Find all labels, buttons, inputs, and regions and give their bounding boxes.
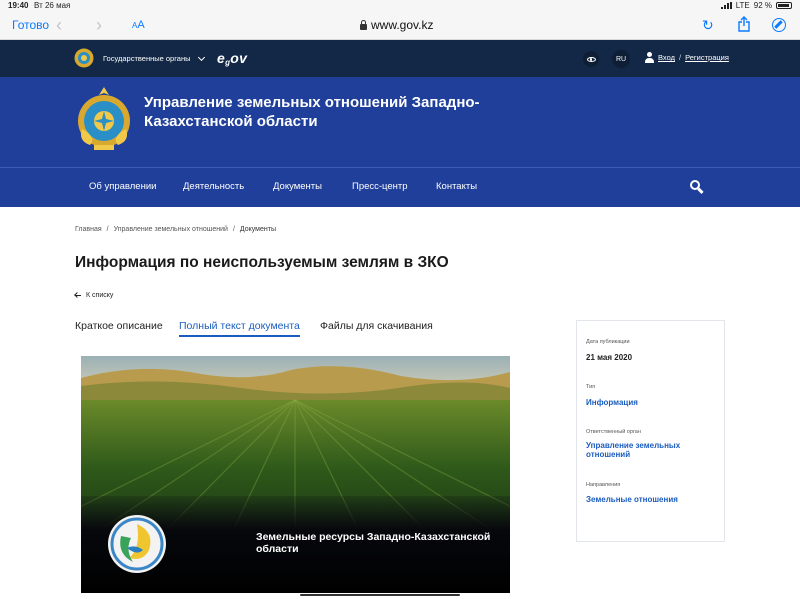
responsible-value-link[interactable]: Управление земельных отношений (586, 441, 706, 459)
nav-item-activity[interactable]: Деятельность (183, 181, 244, 192)
nav-item-contacts[interactable]: Контакты (436, 181, 477, 192)
nav-item-documents[interactable]: Документы (273, 181, 322, 192)
tab-full-text[interactable]: Полный текст документа (179, 320, 300, 337)
breadcrumb-organization[interactable]: Управление земельных отношений (114, 226, 228, 233)
text-size-button[interactable]: AA (132, 19, 145, 31)
breadcrumb: Главная / Управление земельных отношений… (75, 226, 276, 233)
publication-date-value: 21 мая 2020 (586, 353, 633, 362)
back-icon[interactable]: ‹ (56, 15, 62, 36)
type-value-link[interactable]: Информация (586, 398, 706, 407)
network-label: LTE (735, 1, 750, 10)
breadcrumb-separator: / (106, 226, 109, 233)
breadcrumb-separator: / (232, 226, 235, 233)
back-to-list-label: К списку (86, 292, 114, 299)
address-bar[interactable]: www.gov.kz (360, 18, 433, 32)
kz-emblem-icon[interactable] (76, 85, 132, 153)
type-label: Тип (586, 384, 596, 390)
status-time: 19:40 (8, 1, 29, 10)
chevron-down-icon (197, 53, 205, 61)
reload-icon[interactable]: ↻ (702, 17, 714, 34)
login-area: Вход / Регистрация (645, 52, 729, 63)
search-icon[interactable] (690, 180, 704, 195)
eye-icon (586, 56, 596, 62)
battery-label: 92 % (753, 1, 772, 10)
kz-emblem-small-icon (74, 48, 94, 68)
responsible-label: Ответственный орган (586, 429, 641, 435)
breadcrumb-current[interactable]: Документы (240, 226, 276, 233)
arrow-left-icon (75, 294, 81, 297)
gov-topbar: Государственные органы egov RU Вход / Ре… (0, 40, 800, 77)
land-resources-logo (108, 515, 166, 573)
tab-summary[interactable]: Краткое описание (75, 320, 163, 332)
done-button[interactable]: Готово (12, 18, 49, 32)
language-button[interactable]: RU (612, 50, 630, 68)
accessibility-button[interactable] (583, 51, 599, 67)
document-caption: Земельные ресурсы Западно-Казахстанской … (256, 531, 491, 555)
browser-toolbar: Готово ‹ › AA www.gov.kz ↻ (0, 12, 800, 40)
directions-label: Направления (586, 482, 621, 488)
lock-icon (360, 19, 367, 30)
gov-organs-dropdown[interactable]: Государственные органы (103, 53, 205, 63)
forward-icon[interactable]: › (96, 15, 102, 36)
compass-icon[interactable] (772, 18, 786, 32)
share-icon[interactable] (738, 16, 750, 32)
nav-item-press-center[interactable]: Пресс-центр (352, 181, 408, 192)
directions-value-link[interactable]: Земельные отношения (586, 495, 706, 504)
site-header: Управление земельных отношений Западно-К… (0, 77, 800, 167)
publication-date-label: Дата публикации (586, 339, 630, 345)
page-title: Информация по неиспользуемым землям в ЗК… (75, 254, 449, 271)
breadcrumb-home[interactable]: Главная (75, 226, 102, 233)
egov-logo[interactable]: egov (217, 50, 247, 67)
tab-downloads[interactable]: Файлы для скачивания (320, 320, 433, 332)
ios-status-bar: 19:40 Вт 26 мая LTE 92 % (0, 0, 800, 12)
register-link[interactable]: Регистрация (685, 53, 729, 62)
signal-icon (720, 2, 732, 9)
battery-icon (776, 2, 792, 9)
user-icon (645, 52, 654, 63)
status-right: LTE 92 % (720, 1, 792, 10)
back-to-list-link[interactable]: К списку (75, 292, 113, 299)
main-nav: Об управлении Деятельность Документы Пре… (0, 167, 800, 207)
url-text: www.gov.kz (371, 18, 434, 32)
status-date: Вт 26 мая (34, 1, 71, 10)
nav-item-about[interactable]: Об управлении (89, 181, 156, 192)
document-image: Земельные ресурсы Западно-Казахстанской … (81, 356, 510, 593)
document-info-card: Дата публикации 21 мая 2020 Тип Информац… (576, 320, 725, 542)
scroll-indicator[interactable] (300, 594, 460, 596)
login-separator: / (678, 53, 682, 62)
login-link[interactable]: Вход (658, 53, 675, 62)
organization-title: Управление земельных отношений Западно-К… (144, 94, 480, 130)
